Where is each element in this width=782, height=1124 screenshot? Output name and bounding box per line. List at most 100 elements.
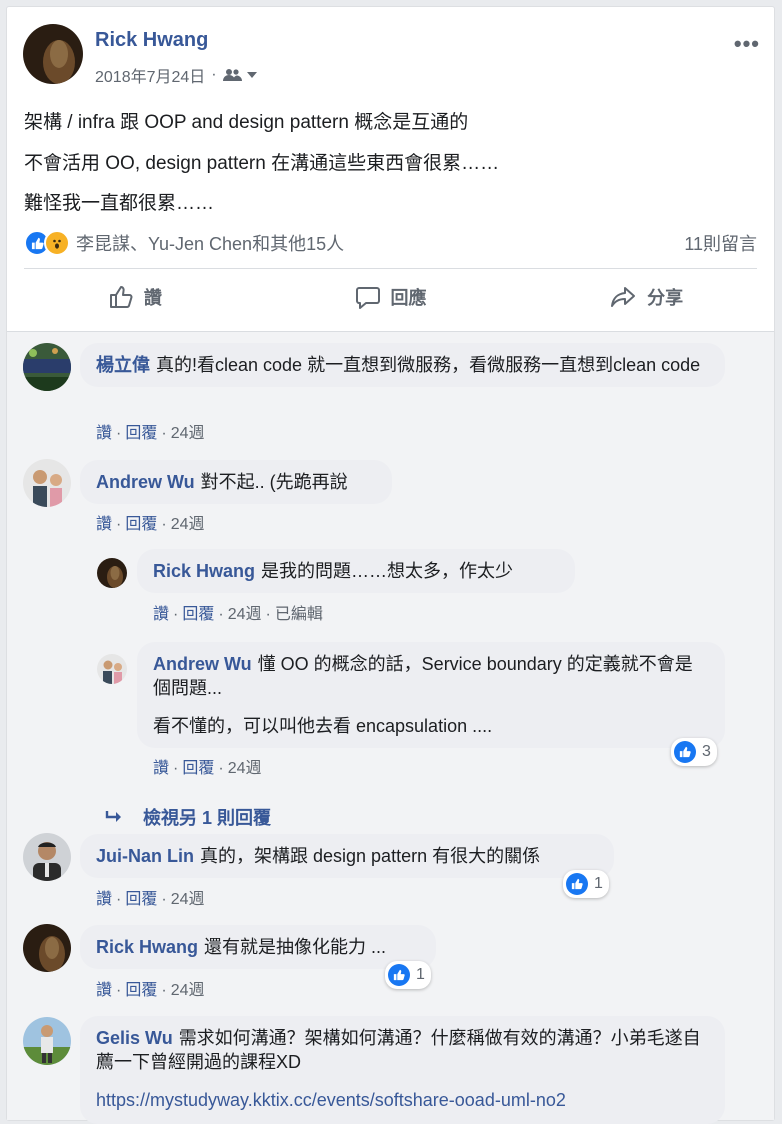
comment-count[interactable]: 11則留言 bbox=[684, 230, 757, 256]
comment-actions: 讚 · 回覆 · 24週 bbox=[96, 976, 205, 1000]
separator-dot: · bbox=[218, 606, 224, 623]
comment-like-link[interactable]: 讚 bbox=[96, 516, 112, 533]
comment-time[interactable]: 24週 bbox=[171, 425, 205, 442]
view-more-replies[interactable]: 檢視另 1 則回覆 bbox=[105, 804, 271, 830]
separator-dot: · bbox=[116, 425, 122, 442]
comment-bubble: 楊立偉 真的!看clean code 就一直想到微服務，看微服務一直想到clean… bbox=[80, 343, 725, 387]
comment-author[interactable]: Gelis Wu bbox=[96, 1028, 173, 1048]
reply-reply-link[interactable]: 回覆 bbox=[182, 606, 214, 623]
separator-dot: · bbox=[116, 982, 122, 999]
comment-reply-link[interactable]: 回覆 bbox=[125, 982, 157, 999]
comment-actions: 讚 · 回覆 · 24週 bbox=[96, 510, 205, 534]
comment-time[interactable]: 24週 bbox=[171, 516, 205, 533]
post-date[interactable]: 2018年7月24日 bbox=[95, 63, 205, 87]
reaction-count: 1 bbox=[594, 875, 603, 892]
comment-author[interactable]: 楊立偉 bbox=[96, 355, 150, 375]
reply-text: 是我的問題……想太多，作太少 bbox=[261, 561, 514, 581]
friends-audience-icon[interactable] bbox=[222, 68, 258, 82]
reply-avatar[interactable] bbox=[97, 558, 127, 588]
separator-dot: · bbox=[116, 891, 122, 908]
post-author-avatar[interactable] bbox=[23, 24, 83, 84]
comment-like-link[interactable]: 讚 bbox=[96, 891, 112, 908]
comment-reply-link[interactable]: 回覆 bbox=[125, 516, 157, 533]
reply-reply-link[interactable]: 回覆 bbox=[182, 760, 214, 777]
reply-text-line-2: 看不懂的，可以叫他去看 encapsulation .... bbox=[153, 716, 493, 736]
post: Rick Hwang 2018年7月24日 · ••• 架構 / infra 跟… bbox=[7, 7, 774, 331]
reply-author[interactable]: Andrew Wu bbox=[153, 654, 252, 674]
commenter-avatar[interactable] bbox=[23, 924, 71, 972]
comment-like-link[interactable]: 讚 bbox=[96, 425, 112, 442]
share-outline-icon bbox=[611, 287, 636, 307]
comment-text: 還有就是抽像化能力 ... bbox=[204, 937, 387, 957]
separator-dot: · bbox=[161, 516, 167, 533]
post-card: Rick Hwang 2018年7月24日 · ••• 架構 / infra 跟… bbox=[6, 6, 775, 1124]
reply-text-block: Andrew Wu 懂 OO 的概念的話，Service boundary 的定義… bbox=[153, 652, 709, 700]
separator-dot: · bbox=[173, 760, 179, 777]
view-more-label: 檢視另 1 則回覆 bbox=[143, 808, 272, 828]
reply-like-link[interactable]: 讚 bbox=[153, 760, 169, 777]
like-reaction-icon bbox=[674, 741, 696, 763]
reply-bubble: Andrew Wu 懂 OO 的概念的話，Service boundary 的定義… bbox=[137, 642, 725, 748]
comment-outline-icon bbox=[355, 287, 380, 309]
separator-dot: · bbox=[161, 425, 167, 442]
reply-time[interactable]: 24週 bbox=[228, 760, 262, 777]
separator-dot: · bbox=[218, 760, 224, 777]
comment-like-link[interactable]: 讚 bbox=[96, 982, 112, 999]
comment-text-block: Gelis Wu 需求如何溝通？架構如何溝通？什麼稱做有效的溝通？小弟毛遂自薦一下… bbox=[96, 1026, 709, 1074]
separator-dot: · bbox=[265, 606, 271, 623]
comment-actions: 讚 · 回覆 · 24週 bbox=[96, 419, 205, 443]
commenter-avatar[interactable] bbox=[23, 343, 71, 391]
comment-text: 對不起.. (先跪再說 bbox=[200, 472, 348, 492]
comment-bubble: Rick Hwang 還有就是抽像化能力 ... bbox=[80, 925, 436, 969]
post-text-line-1: 架構 / infra 跟 OOP and design pattern 概念是互… bbox=[24, 112, 469, 133]
reply-actions: 讚 · 回覆 · 24週 · 已編輯 bbox=[153, 600, 323, 624]
comment-time[interactable]: 24週 bbox=[171, 982, 205, 999]
post-author-name[interactable]: Rick Hwang bbox=[95, 29, 208, 52]
post-text-line-3: 難怪我一直都很累…… bbox=[24, 193, 215, 214]
edited-label[interactable]: 已編輯 bbox=[275, 606, 323, 623]
reply-avatar[interactable] bbox=[97, 654, 127, 684]
reaction-badge[interactable]: 1 bbox=[563, 870, 609, 898]
reply-time[interactable]: 24週 bbox=[228, 606, 262, 623]
commenter-avatar[interactable] bbox=[23, 833, 71, 881]
comment-reply-link[interactable]: 回覆 bbox=[125, 891, 157, 908]
reaction-badge[interactable]: 3 bbox=[671, 738, 717, 766]
separator-dot: · bbox=[161, 891, 167, 908]
post-meta: 2018年7月24日 · bbox=[95, 63, 258, 87]
commenter-avatar[interactable] bbox=[23, 459, 71, 507]
like-reaction-icon bbox=[566, 873, 588, 895]
comment-text: 需求如何溝通？架構如何溝通？什麼稱做有效的溝通？小弟毛遂自薦一下曾經開過的課程X… bbox=[96, 1028, 701, 1072]
reaction-badge[interactable]: 1 bbox=[385, 961, 431, 989]
reaction-summary: 李昆謀、Yu-Jen Chen和其他15人 11則留言 bbox=[24, 229, 757, 257]
comment-bubble: Andrew Wu 對不起.. (先跪再說 bbox=[80, 460, 392, 504]
comment-button[interactable]: 回應 bbox=[263, 269, 519, 325]
reply-bubble: Rick Hwang 是我的問題……想太多，作太少 bbox=[137, 549, 575, 593]
comment-reply-link[interactable]: 回覆 bbox=[125, 425, 157, 442]
reply-actions: 讚 · 回覆 · 24週 bbox=[153, 754, 262, 778]
reaction-count: 1 bbox=[416, 966, 425, 983]
reaction-names[interactable]: 李昆謀、Yu-Jen Chen和其他15人 bbox=[76, 230, 344, 256]
like-outline-icon bbox=[109, 286, 133, 308]
like-button[interactable]: 讚 bbox=[7, 269, 263, 325]
post-text-line-2: 不會活用 OO, design pattern 在溝通這些東西會很累…… bbox=[24, 153, 500, 174]
comment-author[interactable]: Andrew Wu bbox=[96, 472, 195, 492]
comment-bubble: Jui-Nan Lin 真的，架構跟 design pattern 有很大的關係 bbox=[80, 834, 614, 878]
commenter-avatar[interactable] bbox=[23, 1017, 71, 1065]
comment-text: 真的!看clean code 就一直想到微服務，看微服務一直想到clean co… bbox=[156, 355, 701, 375]
reply-like-link[interactable]: 讚 bbox=[153, 606, 169, 623]
comments-section: 楊立偉 真的!看clean code 就一直想到微服務，看微服務一直想到clean… bbox=[7, 331, 774, 1124]
post-action-bar: 讚 回應 分享 bbox=[7, 269, 774, 325]
share-button[interactable]: 分享 bbox=[518, 269, 774, 325]
comment-time[interactable]: 24週 bbox=[171, 891, 205, 908]
comment-author[interactable]: Jui-Nan Lin bbox=[96, 846, 194, 866]
like-reaction-icon bbox=[388, 964, 410, 986]
reply-author[interactable]: Rick Hwang bbox=[153, 561, 255, 581]
share-button-label: 分享 bbox=[647, 288, 684, 308]
comment-button-label: 回應 bbox=[390, 288, 427, 308]
comment-author[interactable]: Rick Hwang bbox=[96, 937, 198, 957]
meta-separator: · bbox=[211, 66, 217, 83]
comment-link[interactable]: https://mystudyway.kktix.cc/events/softs… bbox=[96, 1088, 709, 1112]
like-button-label: 讚 bbox=[143, 288, 162, 308]
more-icon[interactable]: ••• bbox=[734, 31, 760, 57]
separator-dot: · bbox=[116, 516, 122, 533]
